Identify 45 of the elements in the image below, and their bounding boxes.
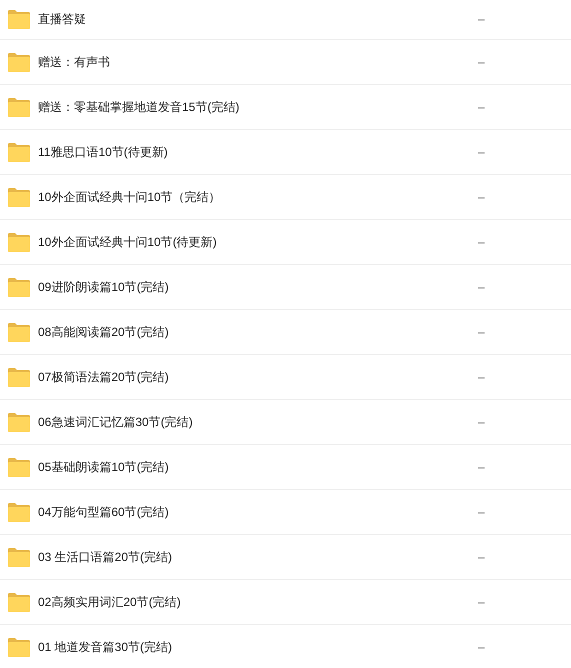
file-size: – — [478, 549, 485, 566]
file-size: – — [478, 594, 485, 611]
folder-icon — [8, 638, 30, 656]
folder-name[interactable]: 08高能阅读篇20节(完结) — [38, 323, 478, 341]
folder-icon — [8, 232, 30, 252]
file-size: – — [478, 369, 485, 386]
folder-name[interactable]: 02高频实用词汇20节(完结) — [38, 593, 478, 611]
file-size: – — [478, 11, 485, 28]
folder-name[interactable]: 05基础朗读篇10节(完结) — [38, 458, 478, 476]
folder-name[interactable]: 赠送：有声书 — [38, 53, 478, 71]
folder-name[interactable]: 04万能句型篇60节(完结) — [38, 503, 478, 521]
file-size: – — [478, 99, 485, 116]
file-size: – — [478, 504, 485, 521]
folder-name[interactable]: 直播答疑 — [38, 10, 478, 28]
folder-name[interactable]: 10外企面试经典十问10节（完结） — [38, 188, 478, 206]
file-size: – — [478, 414, 485, 431]
folder-icon — [8, 142, 30, 162]
file-size: – — [478, 189, 485, 206]
file-size: – — [478, 144, 485, 161]
folder-name[interactable]: 06急速词汇记忆篇30节(完结) — [38, 413, 478, 431]
folder-icon — [8, 368, 30, 386]
folder-icon — [8, 502, 30, 522]
folder-name[interactable]: 07极简语法篇20节(完结) — [38, 368, 478, 386]
folder-icon — [8, 322, 30, 342]
folder-icon — [8, 188, 30, 206]
folder-name[interactable]: 10外企面试经典十问10节(待更新) — [38, 233, 478, 251]
folder-icon — [8, 98, 30, 116]
file-size: – — [478, 279, 485, 296]
folder-icon — [8, 548, 30, 566]
folder-icon — [8, 412, 30, 432]
file-size: – — [478, 459, 485, 476]
folder-icon — [8, 10, 30, 28]
folder-name[interactable]: 03 生活口语篇20节(完结) — [38, 548, 478, 566]
folder-icon — [8, 278, 30, 296]
file-size: – — [478, 324, 485, 341]
folder-icon — [8, 52, 30, 72]
folder-icon — [8, 458, 30, 476]
file-size: – — [478, 54, 485, 71]
folder-icon — [8, 592, 30, 612]
file-size: – — [478, 234, 485, 251]
folder-name[interactable]: 赠送：零基础掌握地道发音15节(完结) — [38, 98, 478, 116]
folder-name[interactable]: 09进阶朗读篇10节(完结) — [38, 278, 478, 296]
folder-name[interactable]: 01 地道发音篇30节(完结) — [38, 638, 478, 656]
folder-name[interactable]: 11雅思口语10节(待更新) — [38, 143, 478, 161]
file-size: – — [478, 639, 485, 656]
